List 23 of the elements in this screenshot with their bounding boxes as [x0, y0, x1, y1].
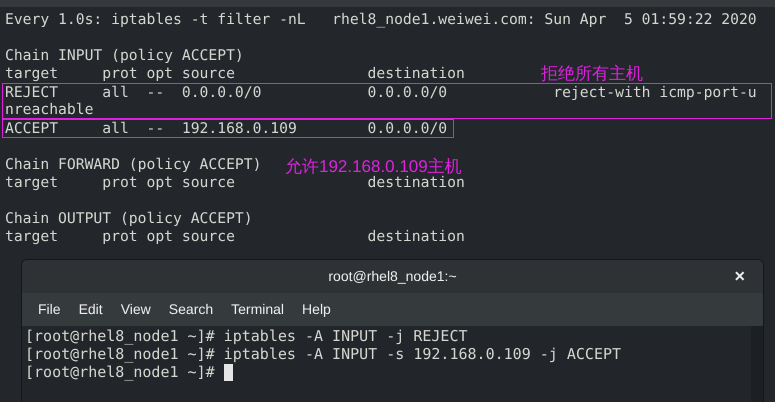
menu-item[interactable]: View [112, 299, 159, 320]
terminal-line: [root@rhel8_node1 ~]# [25, 363, 216, 381]
terminal-line: target prot opt source destination [5, 65, 465, 83]
terminal-line: Chain INPUT (policy ACCEPT) [5, 47, 244, 65]
window-title: root@rhel8_node1:~ [328, 267, 457, 286]
terminal-line: Chain FORWARD (policy ACCEPT) [5, 156, 262, 174]
menu-item[interactable]: File [30, 299, 69, 320]
annotation-text: 允许192.168.0.109主机 [285, 158, 462, 176]
close-button[interactable]: × [734, 267, 745, 285]
menu-item[interactable]: Edit [70, 299, 111, 320]
menu-item[interactable]: Help [294, 299, 339, 320]
terminal-line: target prot opt source destination [5, 228, 465, 246]
terminal-line: target prot opt source destination [5, 174, 465, 192]
annotation-text: 拒绝所有主机 [541, 65, 643, 83]
watch-header: Every 1.0s: iptables -t filter -nL rhel8_node1.weiwei.com: Sun Apr 5 01:59:22 2020 [5, 11, 757, 29]
terminal-line: ACCEPT all -- 192.168.0.109 0.0.0.0/0 [5, 120, 448, 137]
menu-item[interactable]: Terminal [223, 299, 292, 320]
terminal-line: [root@rhel8_node1 ~]# iptables -A INPUT -j REJECT [25, 327, 468, 345]
terminal-line: [root@rhel8_node1 ~]# iptables -A INPUT -s 192.168.0.109 -j ACCEPT [25, 345, 622, 363]
terminal-line: Chain OUTPUT (policy ACCEPT) [5, 210, 253, 228]
terminal-line: REJECT all -- 0.0.0.0/0 0.0.0.0/0 reject-with icmp-port-u [5, 84, 757, 101]
menu-item[interactable]: Search [160, 299, 222, 320]
terminal-line: nreachable [5, 101, 94, 118]
